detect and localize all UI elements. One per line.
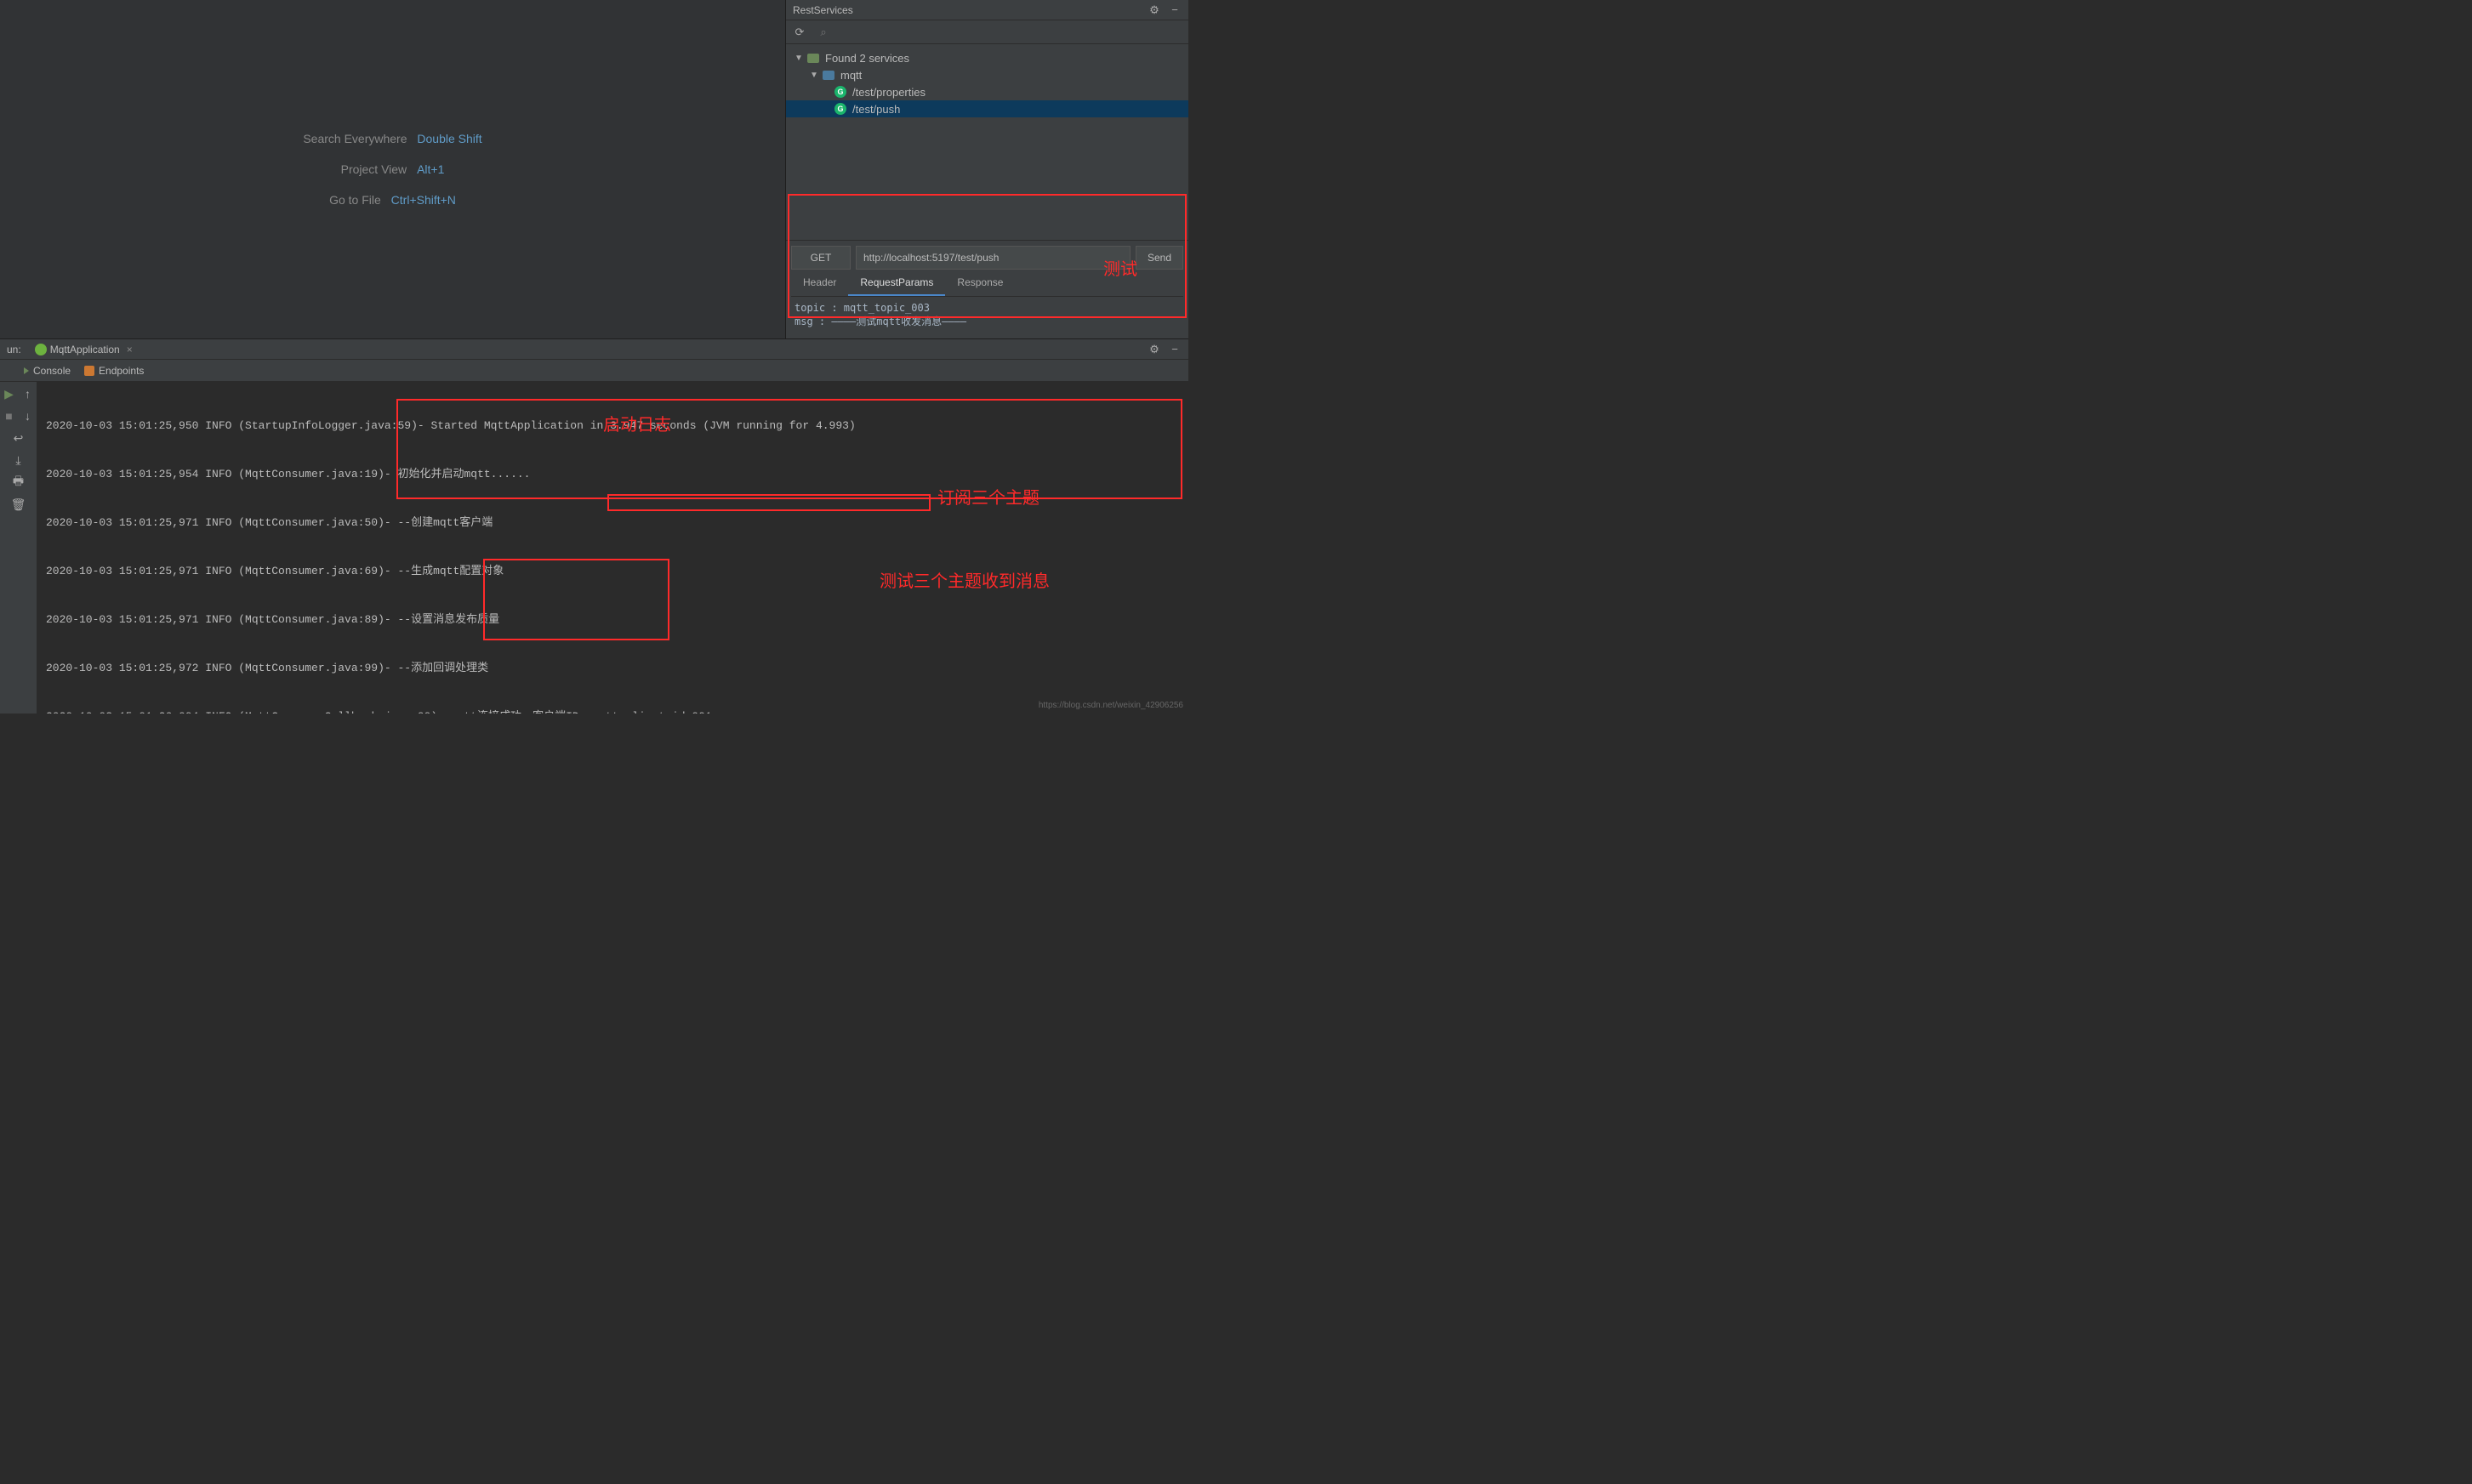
folder-icon — [806, 51, 820, 65]
rest-tabs: Header RequestParams Response — [791, 273, 1183, 297]
run-subtabs: Console Endpoints — [0, 360, 1188, 382]
rest-panel-title: RestServices — [793, 4, 853, 16]
run-app-name: MqttApplication — [50, 344, 120, 355]
watermark: https://blog.csdn.net/weixin_42906256 — [1039, 701, 1183, 710]
http-method-value: GET — [811, 252, 832, 264]
gear-icon[interactable]: ⚙ — [1148, 343, 1161, 356]
tab-request-params[interactable]: RequestParams — [848, 273, 945, 296]
hint-go-to-file: Go to File Ctrl+Shift+N — [329, 193, 456, 207]
rest-toolbar: ⟳ ⌕ — [786, 20, 1188, 44]
request-params-body[interactable]: topic : mqtt_topic_003 msg : ————测试mqtt收… — [791, 297, 1183, 333]
console-output[interactable]: 2020-10-03 15:01:25,950 INFO (StartupInf… — [37, 382, 1188, 714]
tree-endpoint-label: /test/properties — [852, 86, 926, 99]
tree-package[interactable]: ▼ mqtt — [786, 66, 1188, 83]
tree-root-label: Found 2 services — [825, 52, 909, 65]
hint-shortcut: Ctrl+Shift+N — [391, 193, 456, 207]
url-value: http://localhost:5197/test/push — [863, 252, 999, 264]
get-method-icon: G — [834, 85, 847, 99]
tab-header[interactable]: Header — [791, 273, 848, 296]
tree-endpoint[interactable]: G /test/properties — [786, 83, 1188, 100]
play-icon — [24, 367, 29, 374]
console-gutter: ▶ ↑ ■ ↓ ↩ ⤓ 🖶 🗑 — [0, 382, 37, 714]
rest-request-area: GET http://localhost:5197/test/push Send… — [786, 240, 1188, 338]
chevron-down-icon: ▼ — [810, 71, 818, 80]
trash-icon[interactable]: 🗑 — [10, 496, 27, 513]
tree-package-label: mqtt — [840, 69, 862, 82]
hint-search-everywhere: Search Everywhere Double Shift — [303, 132, 481, 145]
annotation-box-startup — [396, 399, 1182, 499]
minimize-icon[interactable]: − — [1168, 3, 1182, 17]
refresh-icon[interactable]: ⟳ — [793, 26, 806, 39]
console-body: ▶ ↑ ■ ↓ ↩ ⤓ 🖶 🗑 2020-10-03 15:01:25,950 … — [0, 382, 1188, 714]
send-button[interactable]: Send — [1136, 246, 1183, 270]
log-line: 2020-10-03 15:01:25,971 INFO (MqttConsum… — [46, 611, 1180, 628]
log-line: 2020-10-03 15:01:26,094 INFO (MqttConsum… — [46, 708, 1180, 714]
stop-icon[interactable]: ■ — [1, 407, 18, 424]
rest-endpoint-tree: ▼ Found 2 services ▼ mqtt G /test/proper… — [786, 44, 1188, 122]
up-icon[interactable]: ↑ — [20, 385, 37, 402]
subtab-console[interactable]: Console — [24, 365, 71, 377]
get-method-icon: G — [834, 102, 847, 116]
rest-panel-header: RestServices ⚙ − — [786, 0, 1188, 20]
log-line: 2020-10-03 15:01:25,971 INFO (MqttConsum… — [46, 563, 1180, 579]
subtab-endpoints-label: Endpoints — [99, 365, 144, 377]
url-input[interactable]: http://localhost:5197/test/push — [856, 246, 1131, 270]
log-line: 2020-10-03 15:01:25,950 INFO (StartupInf… — [46, 418, 1180, 434]
run-config-tab[interactable]: MqttApplication × — [30, 342, 138, 357]
run-header: un: MqttApplication × ⚙ − — [0, 339, 1188, 360]
package-icon — [822, 68, 835, 82]
gear-icon[interactable]: ⚙ — [1148, 3, 1161, 17]
close-icon[interactable]: × — [127, 344, 133, 355]
subtab-endpoints[interactable]: Endpoints — [84, 365, 144, 377]
endpoints-icon — [84, 366, 94, 376]
hint-label: Project View — [341, 162, 407, 176]
annotation-label-subscribe: 订阅三个主题 — [937, 491, 1039, 507]
hint-label: Search Everywhere — [303, 132, 407, 145]
http-method-select[interactable]: GET — [791, 246, 851, 270]
tree-root[interactable]: ▼ Found 2 services — [786, 49, 1188, 66]
search-icon[interactable]: ⌕ — [817, 26, 830, 39]
log-line: 2020-10-03 15:01:25,954 INFO (MqttConsum… — [46, 466, 1180, 482]
soft-wrap-icon[interactable]: ↩ — [10, 429, 27, 446]
run-label: un: — [7, 344, 21, 355]
print-icon[interactable]: 🖶 — [10, 474, 27, 491]
send-label: Send — [1148, 252, 1171, 264]
editor-empty-state: Search Everywhere Double Shift Project V… — [0, 0, 785, 338]
log-line: 2020-10-03 15:01:25,972 INFO (MqttConsum… — [46, 660, 1180, 676]
tab-response[interactable]: Response — [945, 273, 1015, 296]
scroll-to-end-icon[interactable]: ⤓ — [10, 452, 27, 469]
tree-endpoint-selected[interactable]: G /test/push — [786, 100, 1188, 117]
tree-endpoint-label: /test/push — [852, 103, 900, 116]
chevron-down-icon: ▼ — [795, 54, 803, 63]
run-tool-window: un: MqttApplication × ⚙ − Console Endpoi… — [0, 338, 1188, 714]
hint-shortcut: Double Shift — [417, 132, 481, 145]
subtab-console-label: Console — [33, 365, 71, 377]
rerun-icon[interactable]: ▶ — [1, 385, 18, 402]
minimize-icon[interactable]: − — [1168, 343, 1182, 356]
hint-shortcut: Alt+1 — [417, 162, 444, 176]
hint-project-view: Project View Alt+1 — [341, 162, 445, 176]
spring-boot-icon — [35, 344, 47, 355]
annotation-box-subscribe — [607, 494, 931, 511]
log-line: 2020-10-03 15:01:25,971 INFO (MqttConsum… — [46, 515, 1180, 531]
down-icon[interactable]: ↓ — [20, 407, 37, 424]
hint-label: Go to File — [329, 193, 381, 207]
rest-services-panel: RestServices ⚙ − ⟳ ⌕ ▼ Found 2 services … — [785, 0, 1188, 338]
